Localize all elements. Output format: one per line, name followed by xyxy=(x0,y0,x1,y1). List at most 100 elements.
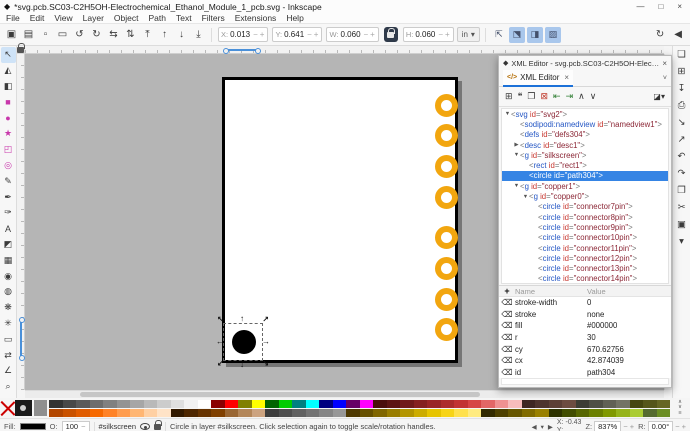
rotate-90-icon[interactable]: ↻ xyxy=(656,29,664,40)
attribute-value-editor[interactable] xyxy=(501,378,669,385)
tree-expander-icon[interactable]: ▼ xyxy=(522,194,529,200)
palette-swatch[interactable] xyxy=(360,409,374,417)
undo-icon[interactable]: ↶ xyxy=(674,150,689,163)
palette-swatch[interactable] xyxy=(360,400,374,408)
tree-expander-icon[interactable]: ▶ xyxy=(513,142,520,148)
scale-handle[interactable]: ↗ xyxy=(262,316,269,324)
horizontal-ruler[interactable] xyxy=(25,46,664,54)
scale-handle[interactable]: ↑ xyxy=(240,315,244,323)
rotate-cw-icon[interactable]: ↻ xyxy=(89,27,104,43)
pcb-pad-ring[interactable] xyxy=(435,257,458,280)
layer-lock-icon[interactable] xyxy=(154,424,161,430)
gray-swatch[interactable] xyxy=(34,400,47,416)
no-color-swatch[interactable] xyxy=(2,400,13,416)
delete-attribute-icon[interactable]: ⌫ xyxy=(499,345,515,354)
menu-text[interactable]: Text xyxy=(176,13,192,23)
palette-swatch[interactable] xyxy=(400,409,414,417)
commands-more-icon[interactable]: ▾ xyxy=(674,235,689,248)
pcb-pad-ring[interactable] xyxy=(435,155,458,178)
selector-tool[interactable]: ↖ xyxy=(1,47,16,63)
palette-swatch[interactable] xyxy=(171,409,185,417)
xml-tree-node-connector9pin[interactable]: <circle id="connector9pin"> xyxy=(502,222,668,232)
palette-swatch[interactable] xyxy=(90,400,104,408)
palette-swatch[interactable] xyxy=(643,409,657,417)
palette-swatch[interactable] xyxy=(616,400,630,408)
palette-swatch[interactable] xyxy=(279,409,293,417)
palette-swatch[interactable] xyxy=(238,400,252,408)
palette-swatch[interactable] xyxy=(225,400,239,408)
rotation-plus-button[interactable]: + xyxy=(682,422,686,431)
palette-swatch[interactable] xyxy=(535,400,549,408)
palette-swatch[interactable] xyxy=(603,400,617,408)
attribute-value[interactable]: none xyxy=(587,310,671,319)
opacity-minus-button[interactable]: − xyxy=(81,422,85,431)
palette-swatch[interactable] xyxy=(589,400,603,408)
palette-swatch[interactable] xyxy=(63,400,77,408)
palette-swatch[interactable] xyxy=(306,409,320,417)
xml-tree-node-svg2[interactable]: ▼<svg id="svg2"> xyxy=(502,109,668,119)
zoom-minus-button[interactable]: − xyxy=(623,422,627,431)
star-tool[interactable]: ★ xyxy=(1,126,16,142)
palette-swatch[interactable] xyxy=(346,409,360,417)
statusbar-dropdown-icon[interactable]: ▾ xyxy=(541,423,544,431)
pcb-pad-ring[interactable] xyxy=(435,288,458,311)
attribute-value[interactable]: 670.62756 xyxy=(587,345,671,354)
palette-swatch[interactable] xyxy=(76,409,90,417)
move-node-down-icon[interactable]: ∨ xyxy=(590,91,597,102)
width-field-value[interactable]: 0.060 xyxy=(341,30,363,39)
rotation-minus-button[interactable]: − xyxy=(675,422,679,431)
svg-page[interactable]: ↖ ↑ ↗ → ↘ ↓ ↙ ← xyxy=(222,77,458,363)
palette-swatch[interactable] xyxy=(414,400,428,408)
spray-tool[interactable]: ✳ xyxy=(1,316,16,332)
palette-swatch[interactable] xyxy=(657,400,671,408)
palette-swatch[interactable] xyxy=(211,409,225,417)
menu-edit[interactable]: Edit xyxy=(30,13,45,23)
attribute-row-id[interactable]: ⌫idpath304 xyxy=(499,367,671,379)
attribute-row-stroke[interactable]: ⌫strokenone xyxy=(499,309,671,321)
palette-swatch[interactable] xyxy=(400,400,414,408)
palette-swatch[interactable] xyxy=(130,400,144,408)
y-plus-button[interactable]: + xyxy=(313,30,320,39)
palette-swatch[interactable] xyxy=(252,400,266,408)
delete-attribute-icon[interactable]: ⌫ xyxy=(499,310,515,319)
lower-to-bottom-icon[interactable]: ⤓ xyxy=(191,27,206,43)
xml-tree-node-connector11pin[interactable]: <circle id="connector11pin"> xyxy=(502,243,668,253)
menu-path[interactable]: Path xyxy=(148,13,166,23)
open-document-icon[interactable]: ⊞ xyxy=(674,65,689,78)
palette-swatch[interactable] xyxy=(49,400,63,408)
rectangle-tool[interactable]: ■ xyxy=(1,94,16,110)
select-all-layers-icon[interactable]: ▤ xyxy=(21,27,36,43)
tab-overflow-chevron-icon[interactable]: ˅ xyxy=(663,75,667,82)
redo-icon[interactable]: ↷ xyxy=(674,167,689,180)
tree-expander-icon[interactable]: ▼ xyxy=(504,111,511,117)
palette-swatch[interactable] xyxy=(117,409,131,417)
palette-swatch[interactable] xyxy=(549,409,563,417)
palette-swatch[interactable] xyxy=(265,409,279,417)
xml-tree-node-connector14pin[interactable]: <circle id="connector14pin"> xyxy=(502,274,668,284)
node-tool[interactable]: ◭ xyxy=(1,63,16,79)
y-minus-button[interactable]: − xyxy=(306,30,313,39)
palette-swatch[interactable] xyxy=(292,409,306,417)
xml-tree-node-copper1[interactable]: ▼<g id="copper1"> xyxy=(502,181,668,191)
selected-circle-path304[interactable] xyxy=(232,330,256,354)
palette-swatch[interactable] xyxy=(387,400,401,408)
palette-swatch[interactable] xyxy=(495,409,509,417)
palette-swatch[interactable] xyxy=(508,409,522,417)
delete-attribute-icon[interactable]: ⌫ xyxy=(499,298,515,307)
opacity-value[interactable]: 100 xyxy=(66,422,79,431)
menu-extensions[interactable]: Extensions xyxy=(235,13,277,23)
attribute-value[interactable]: #000000 xyxy=(587,321,671,330)
delete-attribute-icon[interactable]: ⌫ xyxy=(499,368,515,377)
width-plus-button[interactable]: + xyxy=(369,30,376,39)
xml-tree-node-connector8pin[interactable]: <circle id="connector8pin"> xyxy=(502,212,668,222)
palette-swatch[interactable] xyxy=(427,400,441,408)
paste-icon[interactable]: ▣ xyxy=(674,218,689,231)
layer-visibility-icon[interactable] xyxy=(140,423,150,430)
palette-swatch[interactable] xyxy=(549,400,563,408)
scale-handle[interactable]: ↘ xyxy=(262,360,269,368)
deselect-icon[interactable]: ▫ xyxy=(38,27,53,43)
horizontal-scrollbar[interactable] xyxy=(25,390,664,398)
attribute-row-stroke-width[interactable]: ⌫stroke-width0 xyxy=(499,297,671,309)
new-element-node-icon[interactable]: ⊞ xyxy=(505,91,513,102)
scale-corners-toggle[interactable]: ⬔ xyxy=(509,27,525,43)
